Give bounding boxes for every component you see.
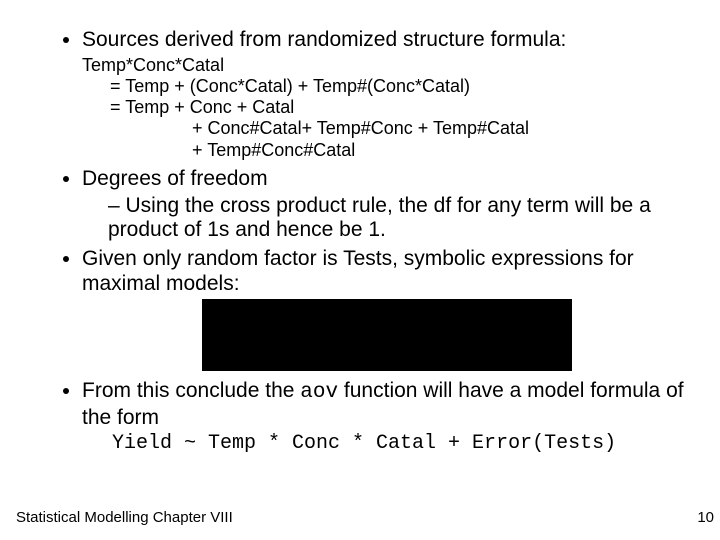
footer-page-number: 10 <box>697 509 714 526</box>
bullet-random-factor-text: Given only random factor is Tests, symbo… <box>82 247 634 295</box>
bullet-sources-text: Sources derived from randomized structur… <box>82 28 566 51</box>
df-sub-text: Using the cross product rule, the df for… <box>108 194 651 242</box>
df-sub-item: Using the cross product rule, the df for… <box>108 194 706 244</box>
redacted-block <box>202 299 572 371</box>
formula-line-2b: = Temp + Conc + Catal <box>110 97 706 118</box>
formula-block: Temp*Conc*Catal = Temp + (Conc*Catal) + … <box>82 55 706 161</box>
footer-left: Statistical Modelling Chapter VIII <box>16 509 233 526</box>
main-bullet-list: Sources derived from randomized structur… <box>14 28 706 456</box>
bullet-df-text: Degrees of freedom <box>82 167 268 190</box>
bullet-df: Degrees of freedom Using the cross produ… <box>82 167 706 243</box>
slide-footer: Statistical Modelling Chapter VIII 10 <box>16 509 714 526</box>
bullet-conclusion-pre: From this conclude the <box>82 379 300 402</box>
aov-code: aov <box>300 381 338 404</box>
formula-line-3b: + Temp#Conc#Catal <box>192 140 706 161</box>
slide-content: Sources derived from randomized structur… <box>0 0 720 456</box>
formula-line-3a: + Conc#Catal+ Temp#Conc + Temp#Catal <box>192 118 706 139</box>
formula-line-2a: = Temp + (Conc*Catal) + Temp#(Conc*Catal… <box>110 76 706 97</box>
bullet-sources: Sources derived from randomized structur… <box>82 28 706 161</box>
formula-line-1: Temp*Conc*Catal <box>82 55 706 76</box>
bullet-random-factor: Given only random factor is Tests, symbo… <box>82 247 706 371</box>
model-formula: Yield ~ Temp * Conc * Catal + Error(Test… <box>112 432 706 456</box>
df-sublist: Using the cross product rule, the df for… <box>82 194 706 244</box>
bullet-conclusion: From this conclude the aov function will… <box>82 379 706 456</box>
